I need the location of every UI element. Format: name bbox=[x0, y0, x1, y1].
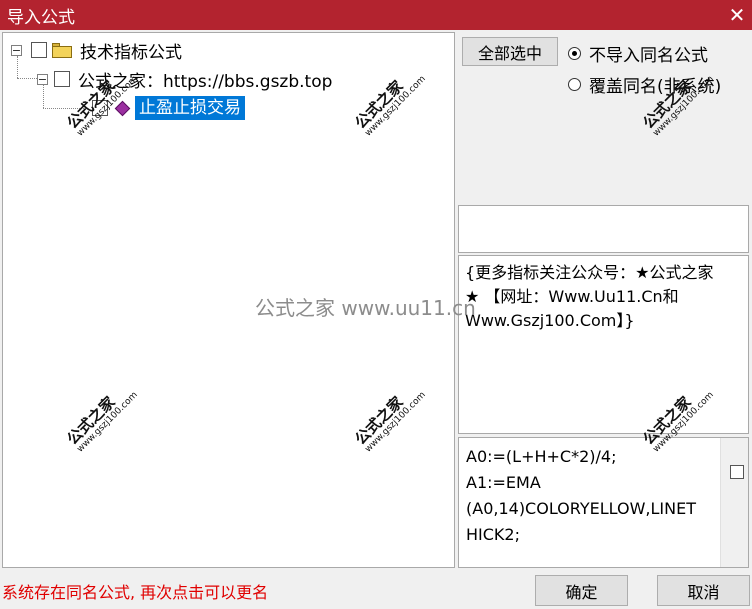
code-line: A1:=EMA bbox=[466, 473, 541, 492]
window-title: 导入公式 bbox=[7, 7, 75, 28]
code-scrollbar[interactable] bbox=[720, 438, 748, 567]
ok-button[interactable]: 确定 bbox=[535, 575, 628, 606]
folder-icon bbox=[52, 42, 72, 58]
formula-tree[interactable]: − 技术指标公式 − 公式之家：https://bbs.gszb.top 止盈止… bbox=[2, 32, 455, 568]
radio-overwrite[interactable] bbox=[568, 78, 581, 91]
tree-label-formula[interactable]: 止盈止损交易 bbox=[135, 96, 245, 120]
code-line: A0:=(L+H+C*2)/4; bbox=[466, 447, 617, 466]
code-line: HICK2; bbox=[466, 525, 520, 544]
checkbox-root[interactable] bbox=[31, 42, 47, 58]
description-text: {更多指标关注公众号：★公式之家★ 【网址：Www.Uu11.Cn和Www.Gs… bbox=[465, 263, 714, 330]
radio-skip-label: 不导入同名公式 bbox=[589, 46, 708, 66]
name-field[interactable] bbox=[458, 205, 749, 253]
collapse-icon[interactable]: − bbox=[37, 73, 48, 85]
radio-overwrite-same-name[interactable]: 覆盖同名(非系统) bbox=[568, 72, 721, 97]
tree-label-root: 技术指标公式 bbox=[80, 42, 182, 63]
status-message: 系统存在同名公式, 再次点击可以更名 bbox=[2, 583, 269, 602]
description-box: {更多指标关注公众号：★公式之家★ 【网址：Www.Uu11.Cn和Www.Gs… bbox=[458, 255, 749, 434]
radio-overwrite-label: 覆盖同名(非系统) bbox=[589, 77, 722, 97]
tree-label-category: 公式之家：https://bbs.gszb.top bbox=[78, 71, 333, 92]
cancel-button[interactable]: 取消 bbox=[657, 575, 750, 606]
formula-code: A0:=(L+H+C*2)/4; A1:=EMA (A0,14)COLORYEL… bbox=[466, 444, 721, 548]
formula-icon bbox=[114, 100, 131, 116]
code-box[interactable]: A0:=(L+H+C*2)/4; A1:=EMA (A0,14)COLORYEL… bbox=[458, 437, 749, 568]
checkbox-formula[interactable] bbox=[92, 100, 108, 116]
radio-skip-same-name[interactable]: 不导入同名公式 bbox=[568, 41, 708, 66]
tree-node-formula[interactable]: 止盈止损交易 bbox=[92, 96, 245, 120]
code-line: (A0,14)COLORYELLOW,LINET bbox=[466, 499, 696, 518]
tree-connector bbox=[17, 78, 37, 79]
close-icon[interactable]: ✕ bbox=[722, 0, 752, 30]
tree-node-root[interactable]: − 技术指标公式 bbox=[11, 39, 182, 63]
tree-connector bbox=[43, 108, 88, 109]
code-checkbox[interactable] bbox=[730, 465, 744, 479]
title-bar: 导入公式 ✕ bbox=[0, 0, 752, 30]
checkbox-category[interactable] bbox=[54, 71, 70, 87]
radio-skip[interactable] bbox=[568, 47, 581, 60]
collapse-icon[interactable]: − bbox=[11, 44, 22, 56]
tree-node-category[interactable]: − 公式之家：https://bbs.gszb.top bbox=[37, 68, 333, 92]
select-all-button[interactable]: 全部选中 bbox=[462, 37, 558, 66]
